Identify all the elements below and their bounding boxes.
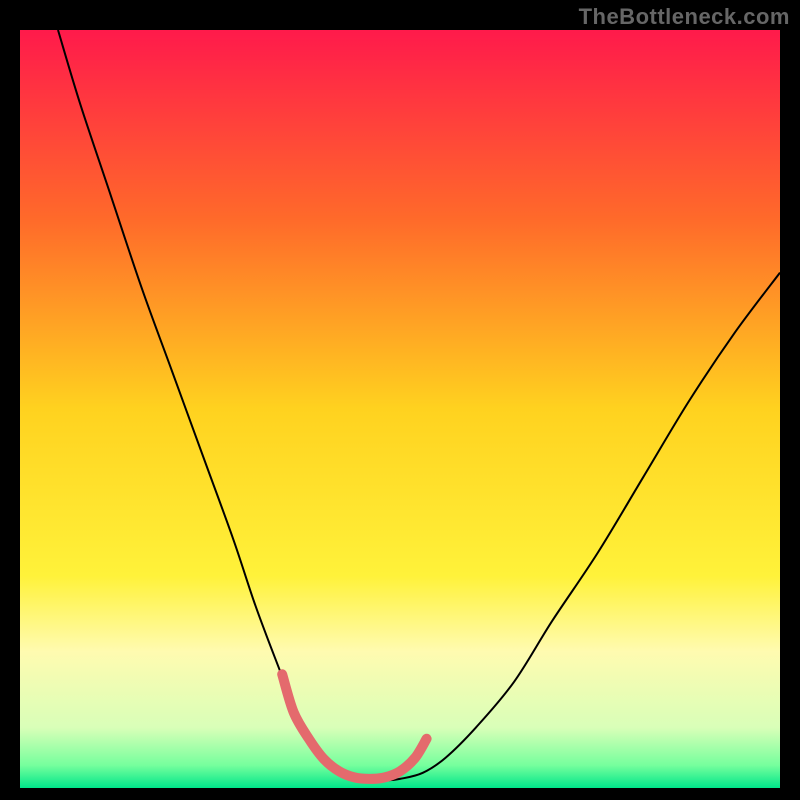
bottleneck-chart — [0, 0, 800, 800]
watermark-text: TheBottleneck.com — [579, 4, 790, 30]
plot-background — [20, 30, 780, 788]
chart-stage: TheBottleneck.com — [0, 0, 800, 800]
